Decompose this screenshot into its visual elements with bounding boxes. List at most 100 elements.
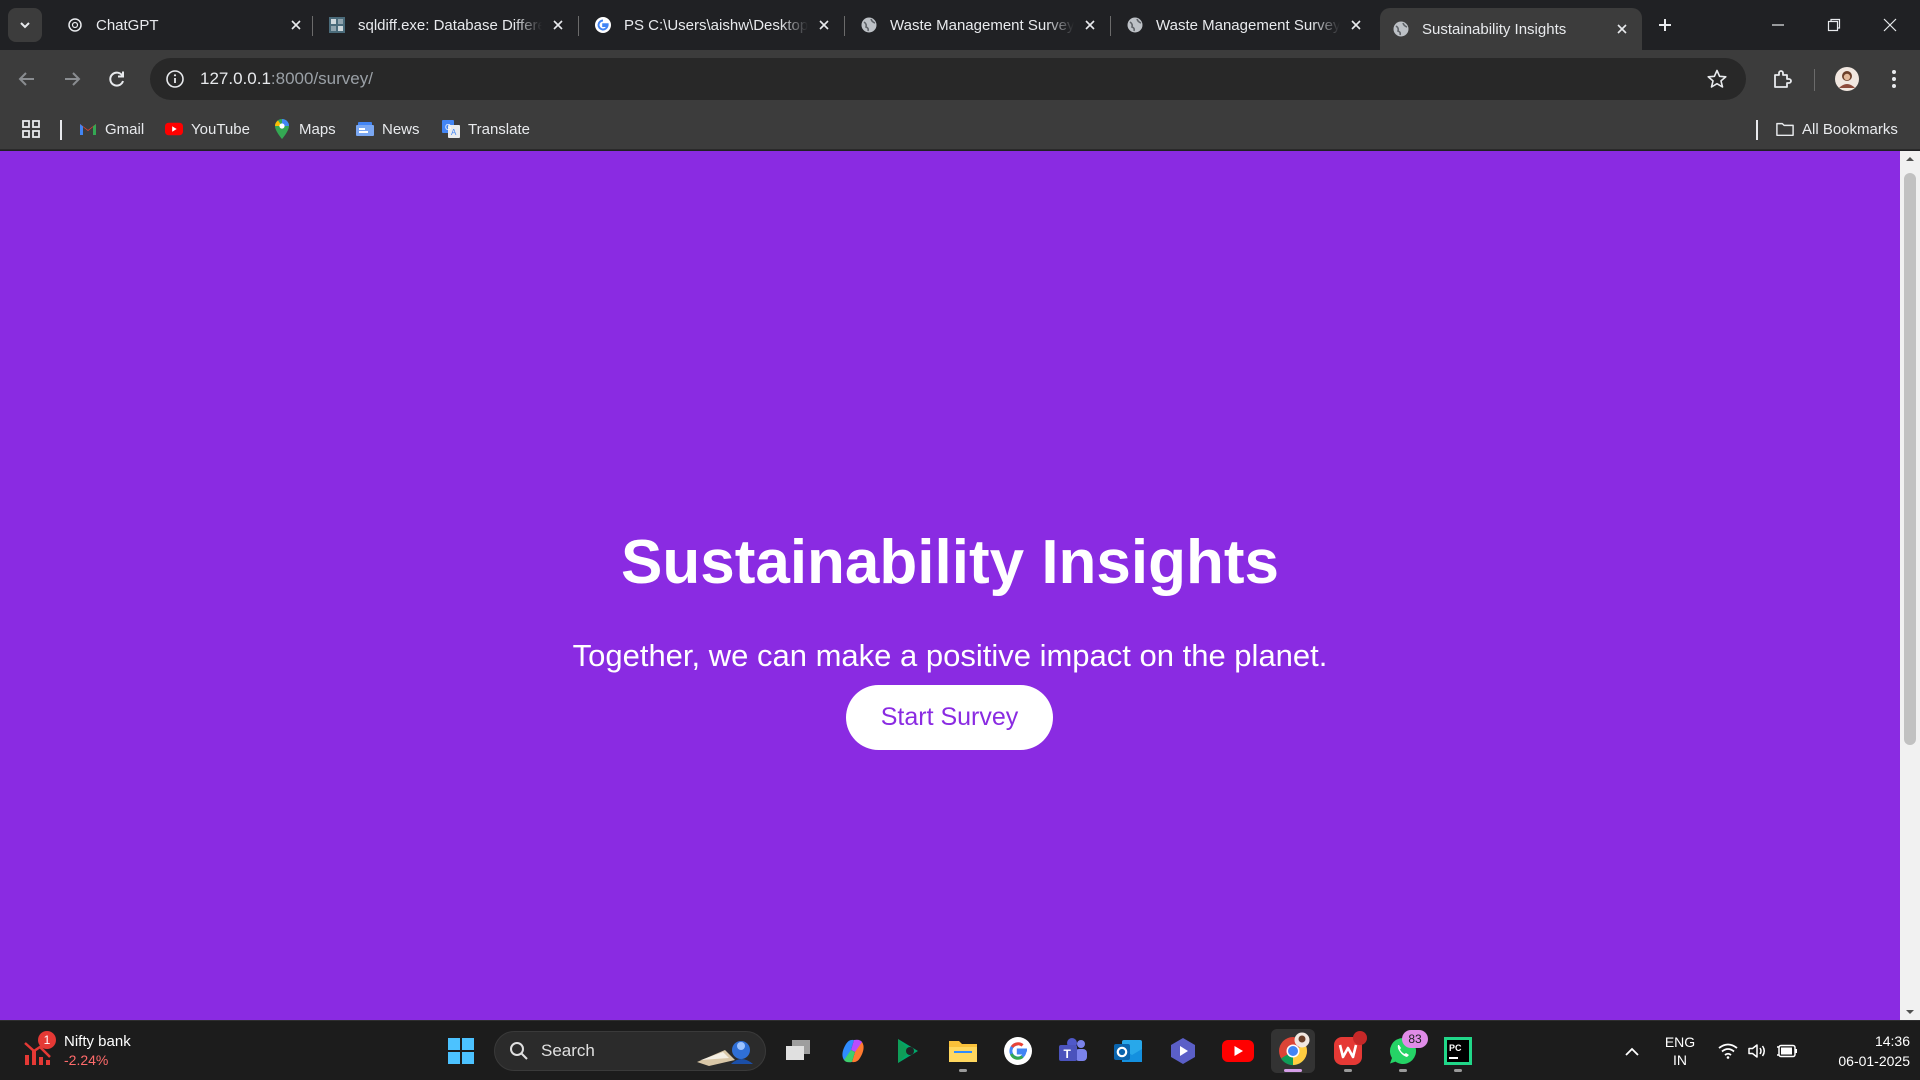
- arrow-right-icon: [65, 72, 81, 86]
- taskbar-teams[interactable]: T: [1051, 1029, 1095, 1073]
- reload-button[interactable]: [101, 63, 133, 95]
- search-label: Search: [541, 1041, 595, 1060]
- extensions-button[interactable]: [1766, 63, 1798, 95]
- bookmark-youtube[interactable]: YouTube: [165, 116, 250, 142]
- scroll-down-arrow-icon[interactable]: [1900, 1004, 1920, 1020]
- all-bookmarks-button[interactable]: All Bookmarks: [1776, 116, 1898, 142]
- page-subtitle: Together, we can make a positive impact …: [572, 638, 1328, 673]
- task-view-icon: [786, 1040, 810, 1060]
- language-code: ENG: [1664, 1034, 1696, 1050]
- globe-icon: [860, 16, 878, 34]
- forward-button[interactable]: [56, 63, 88, 95]
- show-hidden-icons-button[interactable]: [1620, 1021, 1644, 1080]
- close-window-button[interactable]: [1862, 0, 1918, 50]
- taskbar-task-view[interactable]: [776, 1029, 820, 1073]
- clock-date: 06-01-2025: [1838, 1053, 1910, 1069]
- close-icon[interactable]: [548, 15, 568, 35]
- bookmark-gmail[interactable]: Gmail: [79, 116, 144, 142]
- youtube-icon: [1222, 1040, 1254, 1062]
- maps-icon: [273, 119, 291, 139]
- widget-badge: 1: [38, 1031, 56, 1049]
- tab-powershell[interactable]: PS C:\Users\aishw\Desktop: [582, 8, 844, 42]
- address-bar[interactable]: 127.0.0.1:8000/survey/: [150, 58, 1746, 100]
- start-survey-button[interactable]: Start Survey: [846, 685, 1053, 750]
- language-indicator[interactable]: ENG IN: [1660, 1021, 1700, 1080]
- close-icon[interactable]: [1612, 19, 1632, 39]
- page-scrollbar[interactable]: [1900, 151, 1920, 1020]
- plus-icon: [1659, 19, 1671, 31]
- tab-sqldiff[interactable]: sqldiff.exe: Database Difference: [316, 8, 578, 42]
- tab-chatgpt[interactable]: ChatGPT: [54, 8, 316, 42]
- taskbar-clipchamp[interactable]: [1161, 1029, 1205, 1073]
- search-highlight-icon: [697, 1041, 753, 1066]
- tab-waste-survey-1[interactable]: Waste Management Survey: [848, 8, 1110, 42]
- tab-title: Sustainability Insights: [1422, 20, 1567, 38]
- all-bookmarks-label: All Bookmarks: [1802, 120, 1898, 138]
- system-clock[interactable]: 14:36 06-01-2025: [1810, 1031, 1910, 1071]
- toolbar-separator: [1814, 69, 1815, 91]
- browser-toolbar: 127.0.0.1:8000/survey/: [0, 50, 1920, 108]
- clock-time: 14:36: [1874, 1033, 1910, 1049]
- outlook-icon: [1114, 1040, 1142, 1062]
- running-indicator: [1454, 1069, 1462, 1072]
- taskbar-google[interactable]: [996, 1029, 1040, 1073]
- taskbar-file-explorer[interactable]: [941, 1029, 985, 1073]
- bookmark-label: News: [382, 120, 420, 138]
- wifi-icon[interactable]: [1716, 1021, 1740, 1080]
- scrollbar-thumb[interactable]: [1904, 173, 1916, 745]
- search-icon: [510, 1042, 528, 1060]
- arrow-left-icon: [18, 72, 34, 86]
- close-icon[interactable]: [286, 15, 306, 35]
- windows-logo-icon: [448, 1038, 474, 1064]
- back-button[interactable]: [11, 63, 43, 95]
- battery-icon[interactable]: [1774, 1021, 1800, 1080]
- stock-widget[interactable]: 1 Nifty bank -2.24%: [22, 1029, 131, 1073]
- apps-button[interactable]: [21, 116, 41, 142]
- tab-title: Waste Management Survey: [1156, 16, 1340, 34]
- minimize-button[interactable]: [1750, 0, 1806, 50]
- taskbar-search[interactable]: Search: [494, 1031, 766, 1071]
- taskbar-outlook[interactable]: [1106, 1029, 1150, 1073]
- new-tab-button[interactable]: [1650, 10, 1680, 40]
- tab-separator: [578, 16, 579, 36]
- tab-waste-survey-2[interactable]: Waste Management Survey: [1114, 8, 1376, 42]
- volume-icon[interactable]: [1745, 1021, 1769, 1080]
- bookmark-star-icon[interactable]: [1706, 68, 1728, 90]
- reload-icon: [109, 71, 124, 87]
- taskbar-pycharm[interactable]: PC: [1436, 1029, 1480, 1073]
- avatar-icon: [1835, 67, 1859, 91]
- scroll-up-arrow-icon[interactable]: [1900, 151, 1920, 167]
- tab-sustainability-insights[interactable]: Sustainability Insights: [1380, 8, 1642, 50]
- browser-menu-button[interactable]: [1878, 63, 1910, 95]
- profile-avatar[interactable]: [1831, 63, 1863, 95]
- news-icon: [356, 120, 374, 138]
- taskbar-whatsapp[interactable]: 83: [1381, 1029, 1428, 1073]
- bookmark-maps[interactable]: Maps: [273, 116, 336, 142]
- folder-icon: [949, 1041, 977, 1062]
- taskbar-youtube[interactable]: [1216, 1029, 1260, 1073]
- site-info-icon[interactable]: [164, 68, 186, 90]
- taskbar-copilot[interactable]: [831, 1029, 875, 1073]
- whatsapp-icon: 83: [1388, 1030, 1428, 1066]
- pycharm-icon: PC: [1444, 1037, 1472, 1065]
- url-text[interactable]: 127.0.0.1:8000/survey/: [200, 69, 373, 89]
- restore-button[interactable]: [1806, 0, 1862, 50]
- taskbar-wps-office[interactable]: [1326, 1029, 1370, 1073]
- tab-title: ChatGPT: [96, 16, 159, 34]
- bookmark-news[interactable]: News: [356, 116, 420, 142]
- close-icon[interactable]: [814, 15, 834, 35]
- teams-icon: T: [1059, 1038, 1087, 1061]
- close-icon[interactable]: [1080, 15, 1100, 35]
- running-indicator: [959, 1069, 967, 1072]
- whatsapp-badge: 83: [1402, 1030, 1428, 1048]
- taskbar-google-play[interactable]: [886, 1029, 930, 1073]
- taskbar-chrome[interactable]: [1271, 1029, 1315, 1073]
- copilot-icon: [842, 1039, 864, 1063]
- restore-icon: [1827, 18, 1841, 32]
- tab-title: Waste Management Survey: [890, 16, 1074, 34]
- tab-search-button[interactable]: [8, 8, 42, 42]
- bookmark-translate[interactable]: GA Translate: [442, 116, 530, 142]
- start-button[interactable]: [439, 1029, 483, 1073]
- active-indicator: [1284, 1069, 1302, 1072]
- close-icon[interactable]: [1346, 15, 1366, 35]
